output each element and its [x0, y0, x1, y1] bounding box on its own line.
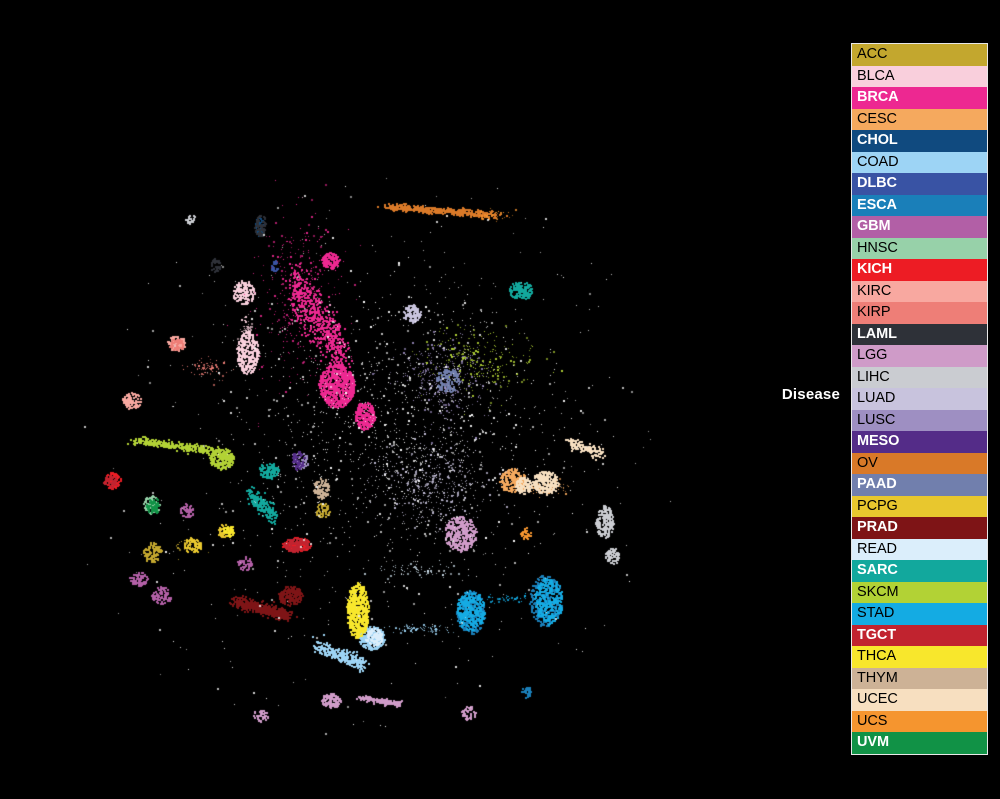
legend-item-label: TGCT: [857, 626, 897, 643]
legend-item-hnsc[interactable]: HNSC: [852, 237, 987, 259]
legend-title: Disease: [781, 386, 840, 403]
legend-item-label: KIRC: [857, 282, 892, 299]
legend-item-label: THCA: [857, 648, 897, 664]
legend-item-label: PAAD: [857, 476, 897, 492]
legend-item-cesc[interactable]: CESC: [852, 108, 987, 130]
legend-item-label: KIRP: [857, 304, 891, 320]
legend-item-label: KICH: [857, 261, 893, 277]
legend-item-prad[interactable]: PRAD: [852, 517, 987, 539]
legend-item-label: UVM: [857, 734, 889, 750]
legend-item-label: DLBC: [857, 175, 897, 191]
legend-item-stad[interactable]: STAD: [852, 603, 987, 625]
legend-item-label: CHOL: [857, 132, 898, 148]
legend-item-ucec[interactable]: UCEC: [852, 689, 987, 711]
legend-item-thym[interactable]: THYM: [852, 667, 987, 689]
legend-item-label: THYM: [857, 669, 898, 686]
legend-item-luad[interactable]: LUAD: [852, 388, 987, 410]
legend-item-pcpg[interactable]: PCPG: [852, 495, 987, 517]
legend-item-kirp[interactable]: KIRP: [852, 302, 987, 324]
legend-item-label: LGG: [857, 347, 888, 363]
figure-root: Disease ACC BLCA BRCA CESC CHOL COAD DLBC ESCA G…: [0, 0, 1000, 799]
legend-item-label: PCPG: [857, 497, 898, 514]
legend-item-label: BRCA: [857, 89, 899, 105]
legend-item-thca[interactable]: THCA: [852, 646, 987, 668]
legend-item-label: GBM: [857, 218, 891, 234]
legend-item-label: READ: [857, 540, 897, 557]
legend-item-blca[interactable]: BLCA: [852, 65, 987, 87]
legend-item-paad[interactable]: PAAD: [852, 474, 987, 496]
legend-item-meso[interactable]: MESO: [852, 431, 987, 453]
legend-item-kirc[interactable]: KIRC: [852, 280, 987, 302]
legend-item-esca[interactable]: ESCA: [852, 194, 987, 216]
legend-item-label: SKCM: [857, 583, 899, 600]
legend-item-skcm[interactable]: SKCM: [852, 581, 987, 603]
legend-item-brca[interactable]: BRCA: [852, 87, 987, 109]
legend-item-chol[interactable]: CHOL: [852, 130, 987, 152]
legend-item-ucs[interactable]: UCS: [852, 710, 987, 732]
legend-item-uvm[interactable]: UVM: [852, 732, 987, 754]
legend-item-kich[interactable]: KICH: [852, 259, 987, 281]
legend-item-read[interactable]: READ: [852, 538, 987, 560]
legend-item-label: LUAD: [857, 390, 896, 406]
legend-item-label: ACC: [857, 46, 888, 62]
legend-item-label: ESCA: [857, 196, 897, 213]
legend-item-label: LAML: [857, 325, 897, 342]
legend-item-lgg[interactable]: LGG: [852, 345, 987, 367]
legend-item-sarc[interactable]: SARC: [852, 560, 987, 582]
legend-item-label: LUSC: [857, 411, 896, 428]
legend-item-lusc[interactable]: LUSC: [852, 409, 987, 431]
legend-item-label: PRAD: [857, 519, 898, 535]
legend-item-tgct[interactable]: TGCT: [852, 624, 987, 646]
scatter-plot-canvas[interactable]: [0, 0, 840, 799]
legend-item-acc[interactable]: ACC: [852, 44, 987, 66]
legend-item-label: CESC: [857, 110, 897, 127]
legend-item-label: COAD: [857, 153, 899, 170]
legend-item-ov[interactable]: OV: [852, 452, 987, 474]
legend-item-label: STAD: [857, 605, 895, 621]
legend-item-label: BLCA: [857, 67, 895, 84]
legend-item-label: SARC: [857, 562, 898, 578]
legend-item-dlbc[interactable]: DLBC: [852, 173, 987, 195]
disease-legend[interactable]: ACC BLCA BRCA CESC CHOL COAD DLBC ESCA GBM HNSC KI…: [851, 43, 988, 755]
legend-item-label: UCEC: [857, 691, 898, 707]
legend-item-lihc[interactable]: LIHC: [852, 366, 987, 388]
legend-item-label: LIHC: [857, 368, 890, 385]
legend-item-label: OV: [857, 454, 878, 471]
legend-item-laml[interactable]: LAML: [852, 323, 987, 345]
legend-item-label: HNSC: [857, 239, 898, 256]
legend-item-coad[interactable]: COAD: [852, 151, 987, 173]
legend-item-label: MESO: [857, 433, 900, 449]
legend-item-label: UCS: [857, 712, 888, 729]
legend-item-gbm[interactable]: GBM: [852, 216, 987, 238]
